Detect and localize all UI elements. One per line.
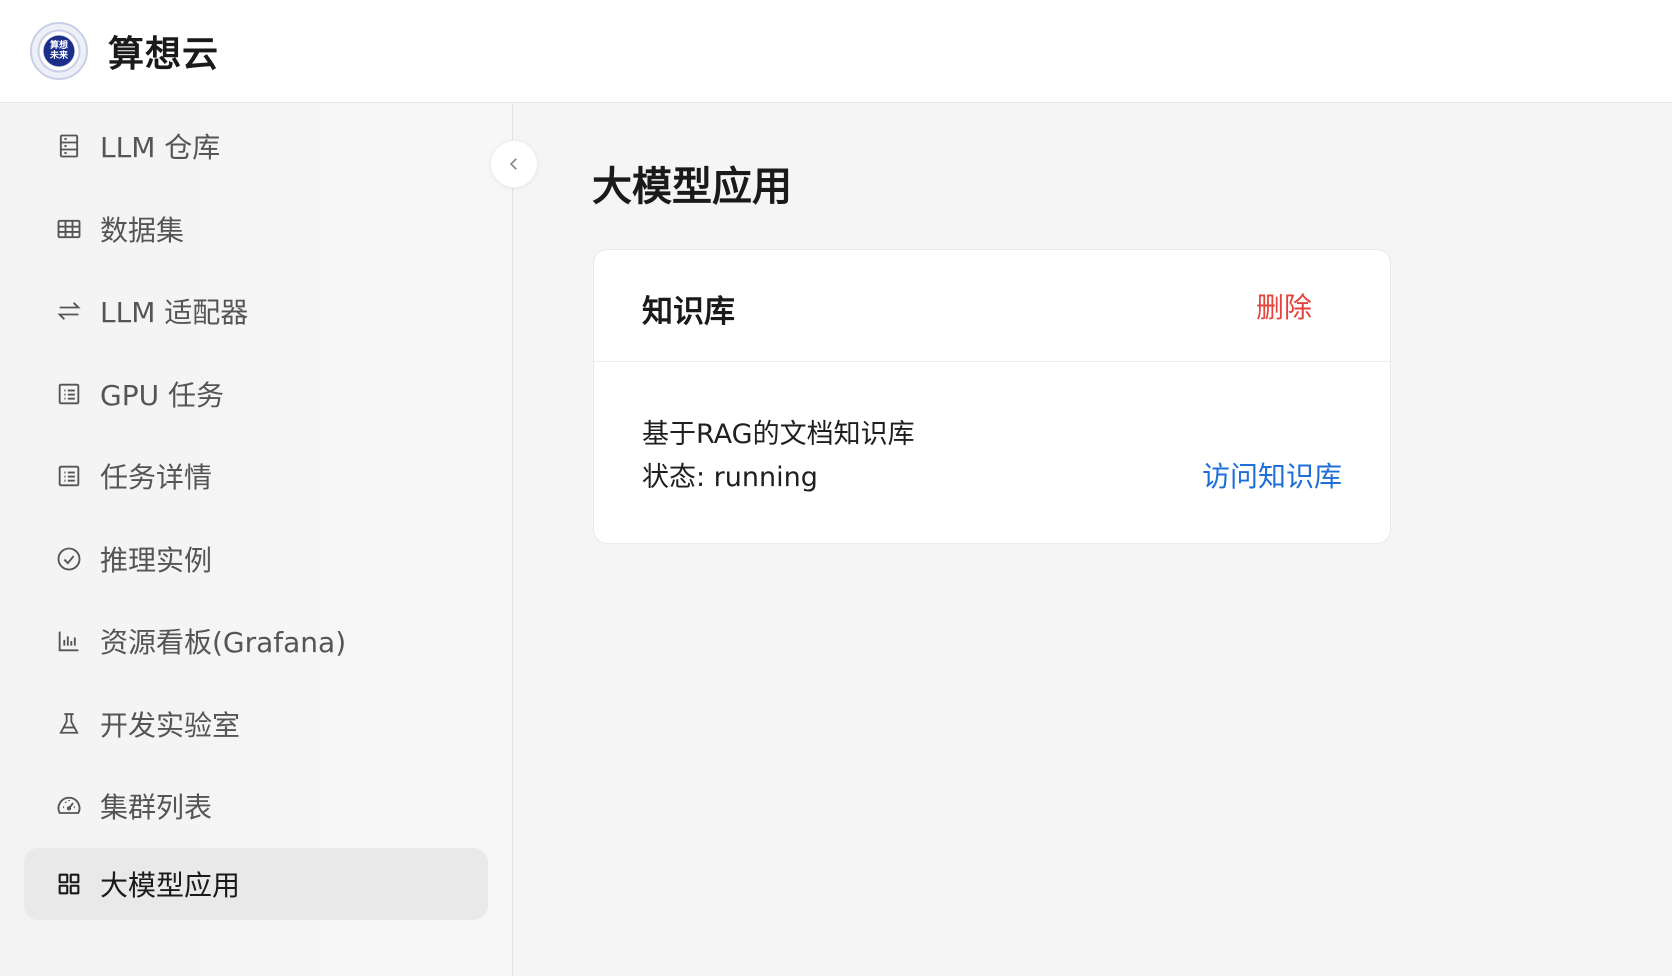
sidebar-item-grafana[interactable]: 资源看板(Grafana): [24, 605, 488, 677]
swap-icon: [54, 296, 84, 326]
sidebar-item-dev-lab[interactable]: 开发实验室: [24, 688, 488, 760]
app-card: 知识库 删除 基于RAG的文档知识库 状态: running 访问知识库: [593, 249, 1391, 544]
visit-knowledge-base-link[interactable]: 访问知识库: [1202, 455, 1342, 495]
page-title: 大模型应用: [592, 164, 792, 210]
sidebar-item-label: GPU 任务: [100, 379, 224, 412]
sidebar-item-datasets[interactable]: 数据集: [24, 193, 488, 265]
card-description: 基于RAG的文档知识库: [642, 419, 915, 450]
dashboard-icon: [54, 791, 84, 821]
sidebar-item-label: LLM 适配器: [100, 296, 249, 329]
grid-icon: [54, 869, 84, 899]
card-title: 知识库: [642, 294, 735, 330]
sidebar-item-inference[interactable]: 推理实例: [24, 523, 488, 595]
sidebar-item-gpu-tasks[interactable]: GPU 任务: [24, 358, 488, 430]
table-icon: [54, 214, 84, 244]
sidebar-item-label: LLM 仓库: [100, 131, 221, 164]
flask-icon: [54, 709, 84, 739]
sidebar-item-label: 资源看板(Grafana): [100, 626, 347, 659]
logo-text: 算想未来: [49, 41, 68, 61]
list-icon: [54, 461, 84, 491]
bar-chart-icon: [54, 626, 84, 656]
sidebar: LLM 仓库 数据集 LLM 适配器 GPU 任务 任务详情 推理实例 资源看板…: [0, 104, 513, 976]
server-icon: [54, 131, 84, 161]
sidebar-item-label: 任务详情: [100, 461, 213, 494]
sidebar-item-label: 集群列表: [100, 791, 213, 824]
sidebar-item-llm-repo[interactable]: LLM 仓库: [24, 110, 488, 182]
sidebar-item-llm-adapter[interactable]: LLM 适配器: [24, 275, 488, 347]
sidebar-item-label: 大模型应用: [100, 869, 241, 902]
top-bar: 算想未来 算想云: [0, 0, 1672, 103]
sidebar-item-label: 数据集: [100, 214, 185, 247]
delete-button[interactable]: 删除: [1256, 286, 1312, 326]
sidebar-item-llm-apps[interactable]: 大模型应用: [24, 848, 488, 920]
card-header: 知识库 删除: [594, 250, 1390, 362]
status-text: 状态: running: [642, 462, 818, 493]
sidebar-item-clusters[interactable]: 集群列表: [24, 770, 488, 842]
app-title: 算想云: [108, 34, 220, 75]
check-circle-icon: [54, 544, 84, 574]
sidebar-item-label: 推理实例: [100, 544, 213, 577]
main-content: 大模型应用 知识库 删除 基于RAG的文档知识库 状态: running 访问知…: [514, 104, 1672, 976]
sidebar-item-task-details[interactable]: 任务详情: [24, 440, 488, 512]
app-logo[interactable]: 算想未来: [30, 22, 88, 80]
list-icon: [54, 379, 84, 409]
sidebar-item-label: 开发实验室: [100, 709, 241, 742]
